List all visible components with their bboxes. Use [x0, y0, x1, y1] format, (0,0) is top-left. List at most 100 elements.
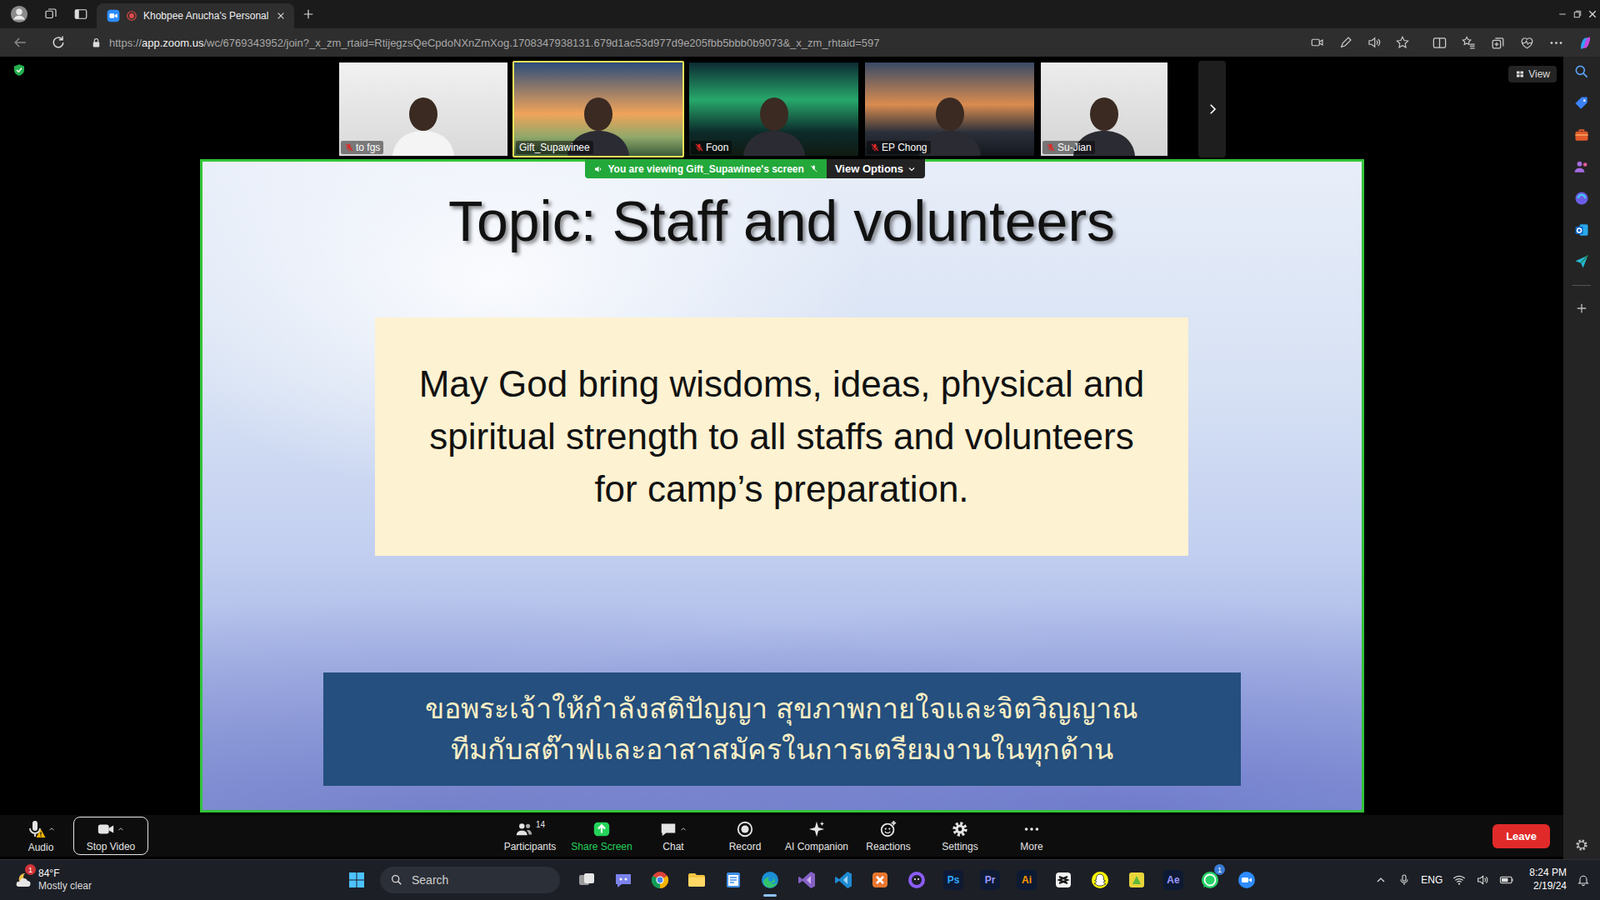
- record-button[interactable]: Record: [709, 816, 781, 855]
- leave-button[interactable]: Leave: [1492, 824, 1550, 849]
- taskbar-app[interactable]: [898, 861, 935, 899]
- taskbar-app[interactable]: [825, 861, 862, 899]
- capcut-icon: [1053, 870, 1074, 890]
- input-language[interactable]: ENG: [1420, 874, 1443, 886]
- weather-widget[interactable]: 184°FMostly clear: [13, 867, 92, 893]
- copilot-icon[interactable]: [1577, 35, 1594, 51]
- audio-button[interactable]: Audio: [11, 816, 70, 856]
- video-button[interactable]: Stop Video: [73, 816, 149, 855]
- chat-button[interactable]: Chat: [637, 816, 710, 855]
- copilot-app-icon[interactable]: [1573, 190, 1590, 207]
- drop-send-icon[interactable]: [1573, 253, 1590, 270]
- favorite-star-icon[interactable]: [1395, 35, 1410, 50]
- name-label: to fgs: [340, 140, 384, 155]
- sticky-icon: [1126, 870, 1147, 890]
- refresh-icon[interactable]: [50, 34, 67, 51]
- shared-screen: Topic: Staff and volunteersMay God bring…: [200, 159, 1365, 813]
- start-button[interactable]: [338, 861, 375, 899]
- meeting-toolbar: AudioStop Video 14ParticipantsShare Scree…: [0, 815, 1564, 857]
- video-tile[interactable]: Su-Jian: [1039, 60, 1170, 158]
- share-button[interactable]: Share Screen: [565, 816, 638, 855]
- wifi-icon[interactable]: [1452, 873, 1466, 887]
- sidebar-divider: [1572, 285, 1591, 286]
- taskbar-app[interactable]: [1081, 861, 1119, 899]
- security-shield-icon[interactable]: [11, 62, 27, 78]
- prayer-line: for camp’s preparation.: [594, 462, 969, 515]
- view-options-button[interactable]: View Options: [826, 159, 925, 179]
- taskbar-app[interactable]: Pr: [971, 861, 1009, 899]
- pen-icon[interactable]: [1338, 35, 1354, 50]
- settings-button[interactable]: Settings: [924, 816, 996, 855]
- taskbar-app[interactable]: Ai: [1008, 861, 1045, 899]
- tab-actions-icon[interactable]: [73, 6, 89, 22]
- plus-icon[interactable]: [300, 6, 316, 22]
- caret-up-icon[interactable]: [116, 825, 125, 834]
- muted-mic-icon: [694, 142, 705, 153]
- ai-icon: [807, 820, 826, 839]
- people-icon[interactable]: [1573, 158, 1590, 175]
- windows-logo-icon[interactable]: [346, 870, 367, 890]
- taskbar-center: Search PsPrAi Ae 1: [338, 861, 1265, 899]
- taskbar-app[interactable]: 1: [1191, 861, 1229, 899]
- next-page-button[interactable]: [1198, 60, 1226, 158]
- new-tab-button[interactable]: [300, 0, 316, 29]
- microphone-icon[interactable]: [1397, 873, 1411, 887]
- taskbar-app[interactable]: [1045, 861, 1082, 899]
- performance-icon[interactable]: [1519, 35, 1535, 51]
- icon-row: [879, 820, 898, 839]
- taskbar-app[interactable]: [861, 861, 899, 899]
- show-hidden-icon[interactable]: [1374, 873, 1388, 887]
- camera-off-icon[interactable]: [1310, 35, 1325, 50]
- taskbar-app[interactable]: Ps: [935, 861, 972, 899]
- sidebar-settings-icon[interactable]: [1574, 837, 1590, 853]
- reactions-button[interactable]: Reactions: [852, 816, 925, 855]
- browser-tab[interactable]: Khobpee Anucha's Personal: [96, 3, 295, 29]
- taskbar-app[interactable]: [1118, 861, 1155, 899]
- video-tile[interactable]: Gift_Supawinee: [512, 60, 685, 158]
- taskbar-app[interactable]: [568, 861, 605, 899]
- participants-button[interactable]: 14Participants: [494, 816, 566, 855]
- app-badge: 1: [1214, 864, 1225, 875]
- profile-icon[interactable]: [10, 5, 29, 24]
- shopping-tag-icon[interactable]: [1573, 95, 1590, 112]
- tools-briefcase-icon[interactable]: [1573, 126, 1590, 144]
- view-button[interactable]: View: [1508, 65, 1557, 83]
- collections-icon[interactable]: [1490, 35, 1506, 51]
- back-arrow-icon[interactable]: [11, 34, 29, 51]
- favorites-icon[interactable]: [1460, 35, 1477, 51]
- clock[interactable]: 8:24 PM2/19/24: [1529, 866, 1567, 893]
- taskbar-app[interactable]: [751, 861, 789, 899]
- workspaces-icon[interactable]: [43, 6, 59, 22]
- notifications-bell-icon[interactable]: [1576, 873, 1590, 887]
- video-tile[interactable]: to fgs: [337, 60, 510, 158]
- url-field[interactable]: https://app.zoom.us/wc/6769343952/join?_…: [90, 36, 1302, 50]
- read-aloud-icon[interactable]: [1366, 35, 1382, 50]
- close-window-icon[interactable]: [1585, 6, 1600, 22]
- taskbar-app[interactable]: [788, 861, 825, 899]
- video-tile[interactable]: Foon: [687, 60, 860, 158]
- close-icon[interactable]: [274, 9, 288, 23]
- taskbar-app[interactable]: [715, 861, 752, 899]
- taskbar-app[interactable]: [1228, 861, 1265, 899]
- taskbar-app[interactable]: [678, 861, 715, 899]
- add-icon[interactable]: [1574, 300, 1590, 316]
- taskbar-search[interactable]: Search: [380, 866, 560, 894]
- search-icon[interactable]: [1573, 63, 1590, 80]
- minimize-icon[interactable]: [1555, 6, 1570, 22]
- video-tile[interactable]: EP Chong: [863, 60, 1036, 158]
- outlook-icon[interactable]: [1573, 221, 1590, 239]
- more-icon[interactable]: [1548, 35, 1565, 51]
- lock-icon[interactable]: [90, 36, 103, 50]
- more-button[interactable]: More: [995, 816, 1068, 855]
- volume-icon[interactable]: [1475, 873, 1490, 887]
- caret-up-icon[interactable]: [679, 825, 688, 834]
- restore-icon[interactable]: [1570, 6, 1585, 22]
- split-screen-icon[interactable]: [1431, 35, 1448, 51]
- taskbar-app[interactable]: Ae: [1155, 861, 1192, 899]
- battery-icon[interactable]: [1499, 872, 1515, 888]
- ai-button[interactable]: AI Companion: [780, 816, 853, 855]
- caret-up-icon[interactable]: [47, 825, 56, 834]
- chevron-right-icon[interactable]: [1205, 101, 1220, 117]
- taskbar-app[interactable]: [641, 861, 679, 899]
- taskbar-app[interactable]: [605, 861, 642, 899]
